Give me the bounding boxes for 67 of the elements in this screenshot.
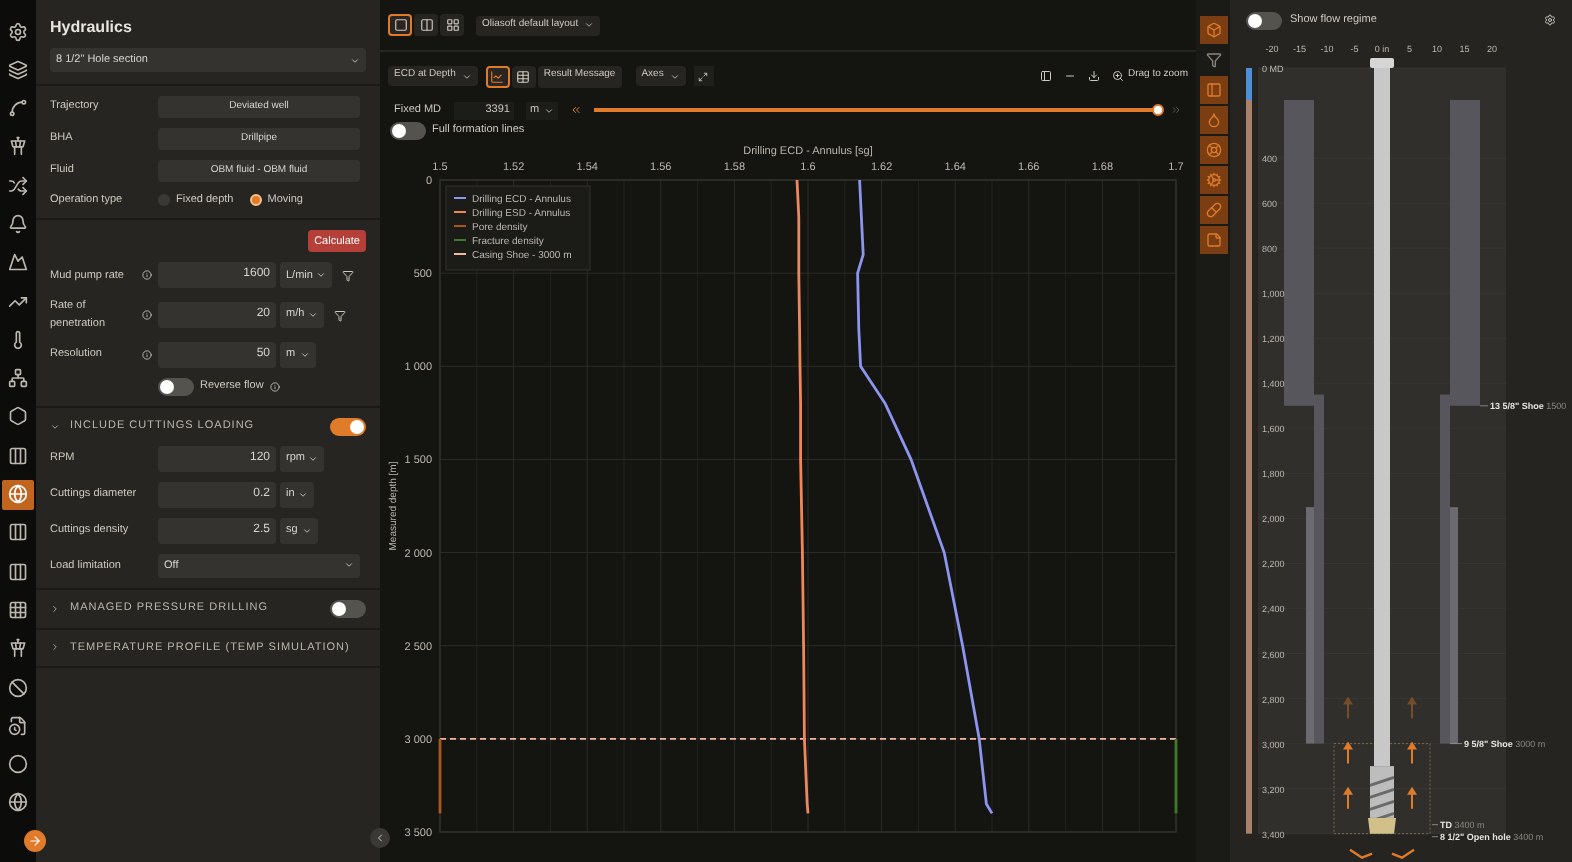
table-icon[interactable]: [511, 65, 536, 87]
globe-icon[interactable]: [2, 479, 34, 510]
chevron-down-icon: [50, 421, 60, 432]
expand-arrow-button[interactable]: [24, 830, 46, 852]
line-chart-icon[interactable]: [485, 65, 510, 87]
leader-line: [1449, 743, 1463, 744]
toggle-switch[interactable]: [1246, 11, 1282, 29]
info-icon: [142, 310, 152, 320]
arrow-right-icon: [28, 834, 42, 848]
box-icon[interactable]: [1199, 16, 1227, 44]
water-column: [1246, 68, 1252, 100]
chevron-down-icon: [350, 55, 360, 65]
pill-icon[interactable]: [1199, 196, 1227, 224]
single-layout-icon[interactable]: [388, 14, 412, 36]
toggle-switch[interactable]: [330, 417, 366, 436]
info-icon: [269, 381, 280, 392]
leader-line: [1479, 405, 1489, 407]
chevron-right-icon: [50, 603, 60, 614]
wheel-icon[interactable]: [1199, 136, 1227, 164]
chevron-down-icon: [308, 310, 319, 320]
flow-arrow: [1343, 786, 1353, 810]
expand-button[interactable]: [693, 66, 714, 86]
chevron-left-icon: [374, 832, 386, 844]
chevron-down-icon: [461, 71, 472, 81]
motor-drawing: [1369, 766, 1395, 823]
open-hole-outline: [1333, 743, 1431, 835]
info-icon: [142, 270, 152, 281]
drop-icon[interactable]: [1199, 106, 1227, 134]
info-icon: [142, 349, 152, 360]
flow-arrow: [1407, 741, 1417, 765]
settings-icon[interactable]: [1544, 14, 1556, 26]
chevron-down-icon: [298, 489, 309, 500]
note-icon[interactable]: [1199, 226, 1227, 254]
chevron-down-icon: [316, 270, 327, 281]
panel-title: Hydraulics: [50, 16, 134, 40]
filter-icon[interactable]: [342, 269, 355, 282]
leader-line: [1431, 836, 1439, 838]
leader-line: [1431, 824, 1439, 826]
filter-icon[interactable]: [334, 309, 347, 321]
chevron-down-icon: [301, 525, 312, 536]
collapse-button[interactable]: [370, 828, 390, 848]
toggle-switch[interactable]: [330, 599, 366, 618]
flow-arrow: [1343, 741, 1353, 765]
grid-layout-icon[interactable]: [440, 14, 464, 36]
series-line: [438, 738, 442, 814]
cog-icon[interactable]: [1199, 166, 1227, 194]
chevron-down-icon: [543, 105, 554, 115]
expand-icon: [698, 71, 709, 81]
pipe-joint: [1370, 58, 1394, 68]
chevron-down-icon: [584, 20, 595, 30]
chevron-down-icon: [669, 71, 680, 81]
flow-arrow: [1407, 786, 1417, 810]
zoom-icon: [1111, 70, 1124, 82]
chevron-down-icon: [299, 349, 310, 360]
split-layout-icon[interactable]: [414, 14, 438, 36]
chevron-down-icon: [344, 560, 354, 571]
flow-arrow: [1343, 696, 1353, 720]
panel-icon[interactable]: [1199, 76, 1227, 104]
chevron-down-icon: [308, 453, 319, 464]
series-line: [1174, 738, 1178, 814]
minus-icon[interactable]: [1063, 70, 1076, 82]
flow-arrow: [1407, 696, 1417, 720]
toggle-switch[interactable]: [390, 121, 426, 139]
toggle-switch[interactable]: [158, 377, 194, 396]
panel-icon[interactable]: [1039, 70, 1052, 82]
chevron-right-icon: [50, 642, 60, 653]
download-icon[interactable]: [1087, 70, 1100, 82]
